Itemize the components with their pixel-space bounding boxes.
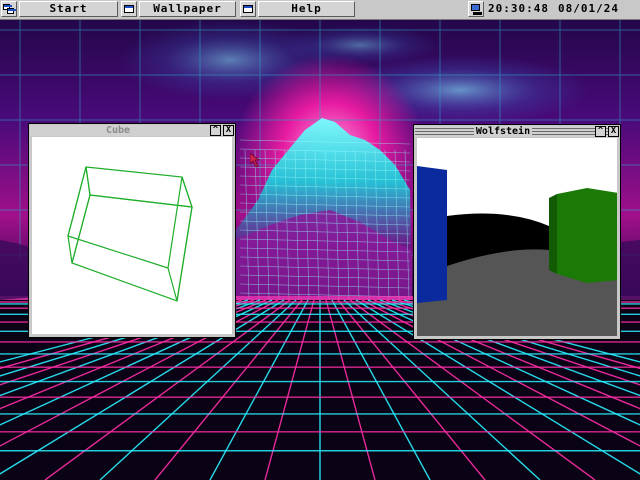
minimize-icon[interactable]: ^ — [210, 125, 221, 136]
taskbar: Start Wallpaper Help 20:30:48 08/01/24 — [0, 0, 640, 20]
clock-date: 08/01/24 — [557, 2, 619, 15]
close-icon[interactable]: X — [223, 125, 234, 136]
clock: 20:30:48 08/01/24 — [488, 1, 628, 17]
window-icon[interactable] — [121, 1, 137, 17]
start-menu-icon[interactable] — [1, 1, 17, 17]
window-titlebar[interactable]: Wolfstein ^ X — [415, 126, 619, 137]
cube-window[interactable]: Cube ^ X — [28, 123, 236, 338]
cube-canvas[interactable] — [32, 137, 232, 334]
window-icon[interactable] — [240, 1, 256, 17]
window-titlebar[interactable]: Cube ^ X — [30, 125, 234, 136]
start-button[interactable]: Start — [19, 1, 118, 17]
wolfstein-window[interactable]: Wolfstein ^ X — [413, 124, 621, 340]
clock-time: 20:30:48 — [488, 2, 549, 15]
taskbar-app-help[interactable]: Help — [258, 1, 355, 17]
minimize-icon[interactable]: ^ — [595, 126, 606, 137]
mouse-pointer-icon — [250, 153, 260, 168]
blue-wall — [417, 166, 447, 303]
wireframe-cube — [67, 166, 193, 302]
game-viewport[interactable] — [417, 138, 617, 336]
window-title: Wolfstein — [473, 126, 533, 137]
computer-icon[interactable] — [468, 1, 484, 17]
green-wall-side — [549, 194, 557, 274]
close-icon[interactable]: X — [608, 126, 619, 137]
window-title: Cube — [105, 125, 131, 136]
green-wall — [557, 188, 617, 283]
taskbar-app-wallpaper[interactable]: Wallpaper — [139, 1, 236, 17]
